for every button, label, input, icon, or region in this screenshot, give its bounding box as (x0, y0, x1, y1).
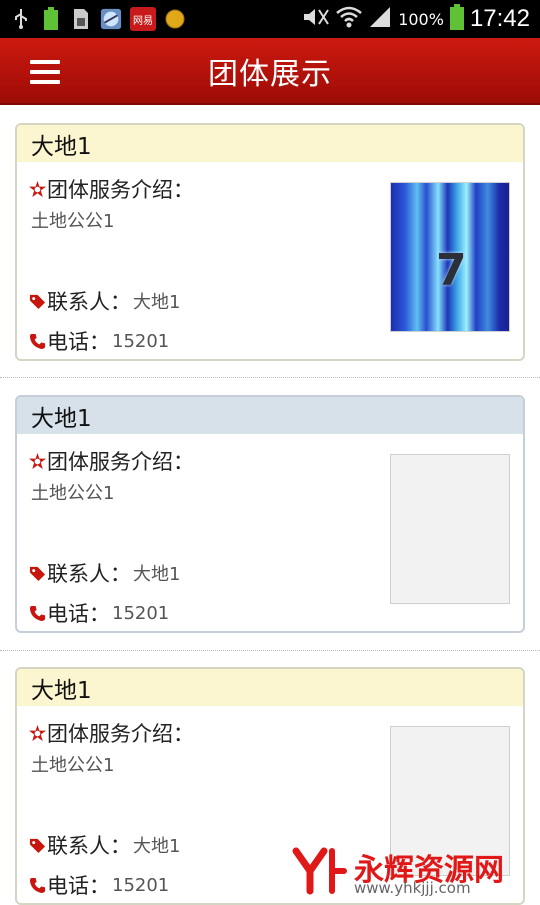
contact-label: 联系人： (47, 290, 131, 314)
intro-text: 土地公公1 (31, 211, 115, 232)
phone-row[interactable]: 电话： 15201 (29, 598, 169, 628)
contact-label: 联系人： (47, 562, 131, 586)
divider (0, 377, 540, 378)
phone-row[interactable]: 电话： 15201 (29, 870, 169, 900)
card-title: 大地1 (17, 397, 523, 434)
contact-value: 大地1 (133, 564, 181, 585)
intro-text: 土地公公1 (31, 483, 115, 504)
menu-icon[interactable] (30, 60, 60, 84)
contact-value: 大地1 (133, 292, 181, 313)
intro-label: 团体服务介绍： (47, 178, 194, 202)
phone-icon (29, 877, 46, 893)
status-bar: 网易 100% 17:42 (0, 0, 540, 38)
image-glyph: 7 (436, 245, 467, 296)
usb-icon (10, 7, 32, 31)
phone-label: 电话： (47, 602, 110, 626)
intro-row: 团体服务介绍： (29, 446, 194, 476)
intro-row: 团体服务介绍： (29, 174, 194, 204)
battery-percent: 100% (398, 9, 444, 29)
page-title: 团体展示 (208, 56, 332, 92)
card-title: 大地1 (17, 669, 523, 706)
contact-row: 联系人： 大地1 (29, 286, 180, 316)
phone-label: 电话： (47, 874, 110, 898)
tag-icon (29, 294, 46, 309)
phone-value: 15201 (112, 874, 170, 896)
netease-app-icon: 网易 (130, 7, 156, 31)
phone-icon (29, 605, 46, 621)
wifi-icon (336, 5, 362, 33)
intro-row: 团体服务介绍： (29, 718, 194, 748)
tag-icon (29, 566, 46, 581)
phone-row[interactable]: 电话： 15201 (29, 326, 169, 356)
contact-label: 联系人： (47, 834, 131, 858)
star-icon (29, 180, 46, 197)
contact-row: 联系人： 大地1 (29, 558, 180, 588)
browser-icon (100, 7, 122, 31)
clock: 17:42 (469, 5, 530, 32)
phone-label: 电话： (47, 330, 110, 354)
intro-label: 团体服务介绍： (47, 722, 194, 746)
battery-small-icon (40, 7, 62, 31)
star-icon (29, 452, 46, 469)
signal-icon (368, 6, 392, 32)
card-title: 大地1 (17, 125, 523, 162)
phone-value: 15201 (112, 330, 170, 352)
contact-row: 联系人： 大地1 (29, 830, 180, 860)
battery-icon (449, 4, 464, 34)
mute-icon (302, 6, 330, 32)
contact-value: 大地1 (133, 836, 181, 857)
divider (0, 650, 540, 651)
group-card[interactable]: 大地1 团体服务介绍： 土地公公1 联系人： 大地1 电话： 15201 (15, 395, 525, 633)
intro-label: 团体服务介绍： (47, 450, 194, 474)
phone-icon (29, 333, 46, 349)
watermark: 永辉资源网 www.yhkjjj.com (292, 845, 504, 897)
group-card[interactable]: 大地1 团体服务介绍： 土地公公1 联系人： 大地1 电话： 15201 7 (15, 123, 525, 361)
star-icon (29, 724, 46, 741)
group-image-placeholder[interactable] (390, 454, 510, 604)
watermark-logo-icon (292, 847, 347, 895)
group-image[interactable]: 7 (390, 182, 510, 332)
watermark-url: www.yhkjjj.com (354, 879, 471, 897)
sun-icon (164, 7, 186, 31)
app-bar: 团体展示 (0, 38, 540, 105)
sim-icon (70, 7, 92, 31)
tag-icon (29, 838, 46, 853)
intro-text: 土地公公1 (31, 755, 115, 776)
phone-value: 15201 (112, 602, 170, 624)
